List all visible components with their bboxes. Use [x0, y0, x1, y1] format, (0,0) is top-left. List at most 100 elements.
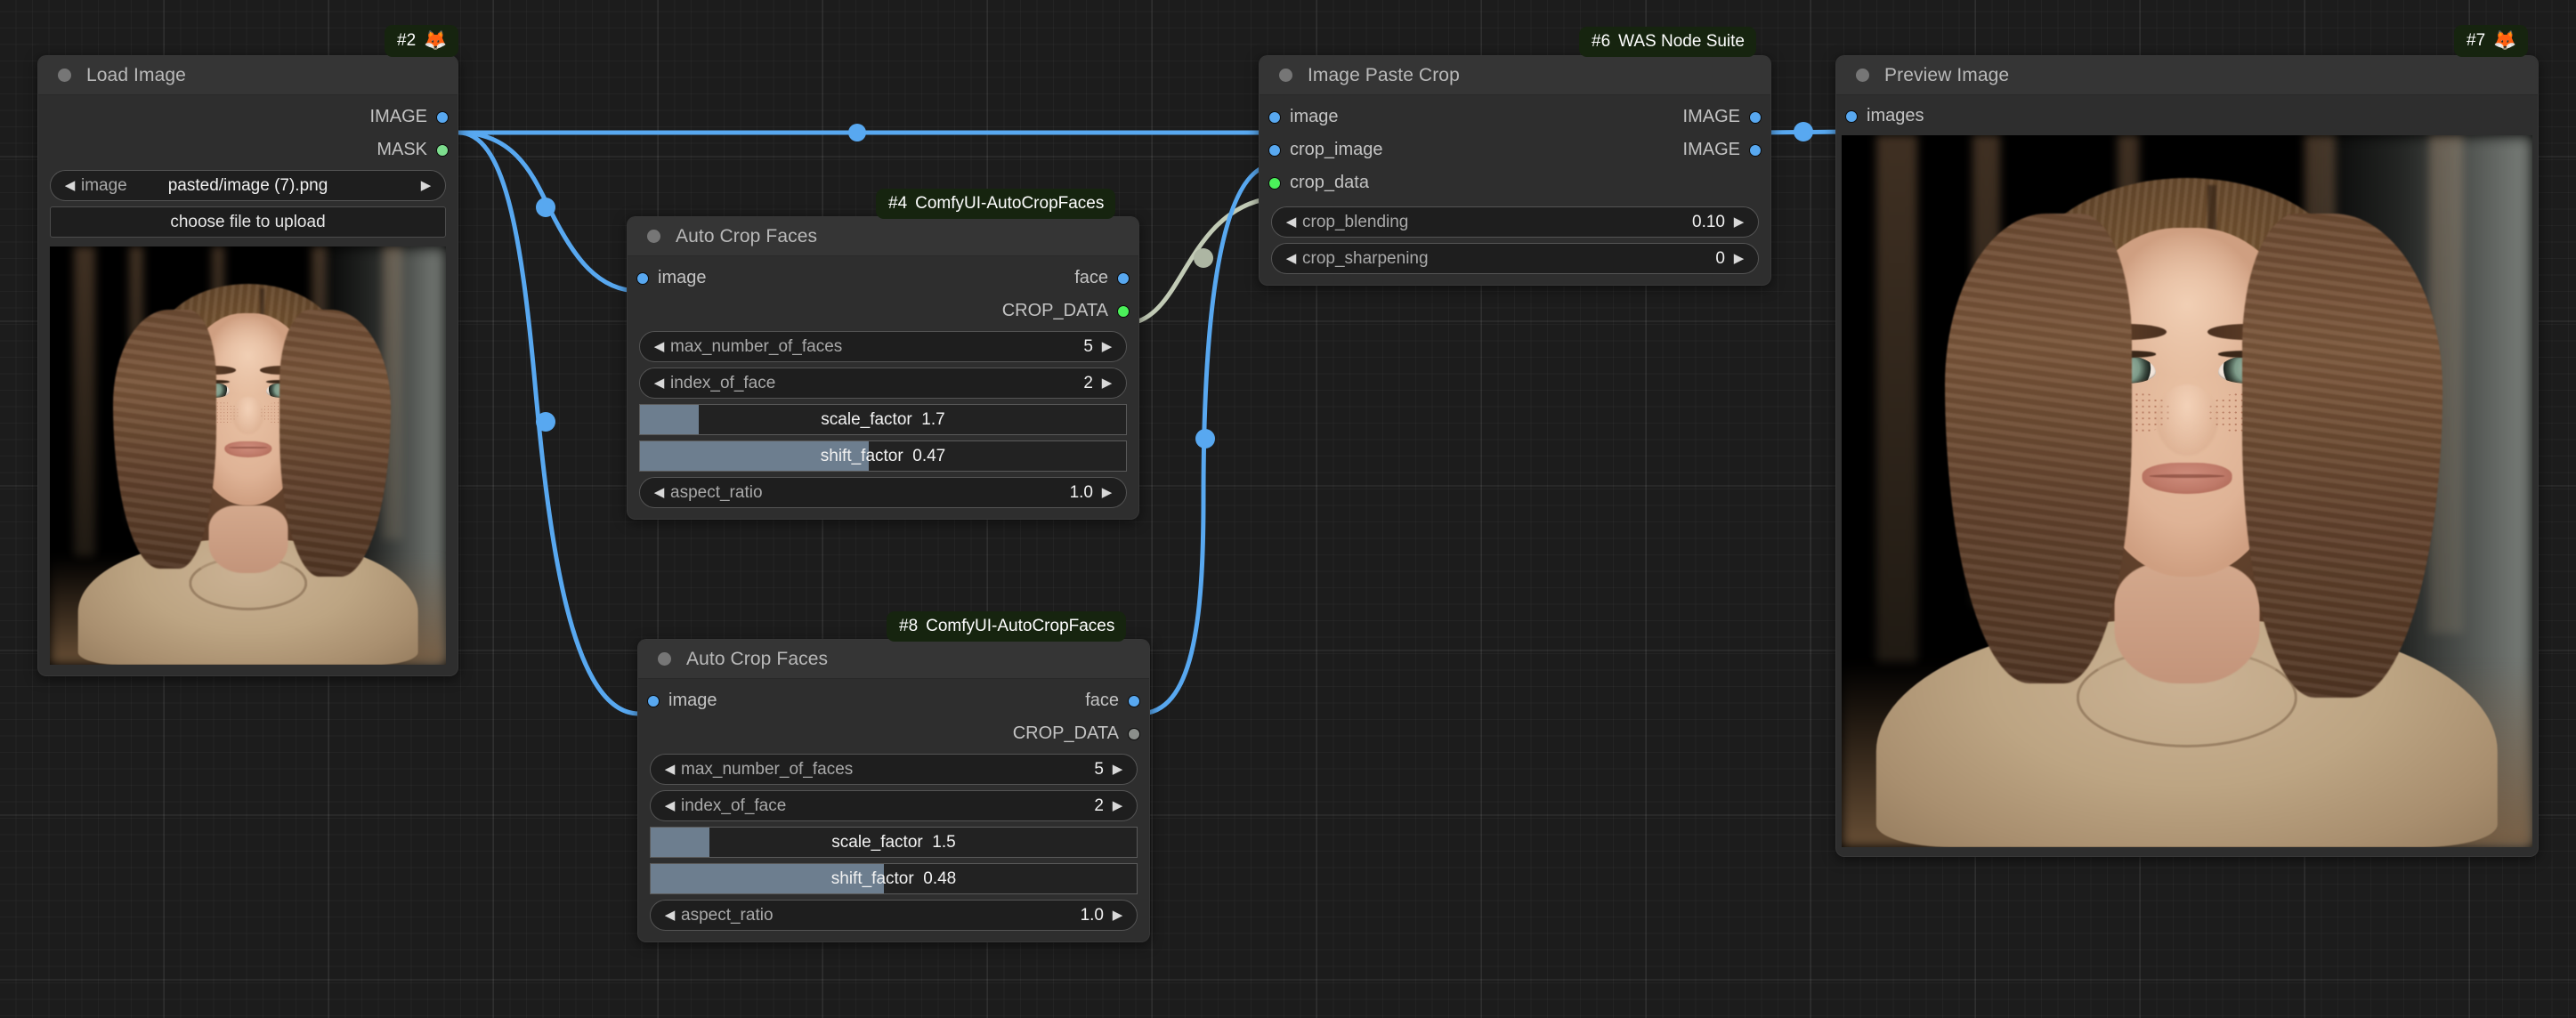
input-port-image[interactable] — [1268, 110, 1281, 124]
chevron-left-icon[interactable]: ◀ — [652, 340, 667, 353]
input-port-crop-data[interactable] — [1268, 176, 1281, 190]
chevron-right-icon[interactable]: ▶ — [1110, 799, 1125, 812]
node-load-image[interactable]: Load Image IMAGE MASK ◀ image pasted/ima… — [37, 55, 458, 676]
widget-crop-sharpening[interactable]: ◀ crop_sharpening 0 ▶ — [1271, 243, 1759, 274]
output-slot-crop-data[interactable]: CROP_DATA — [628, 295, 1138, 327]
chevron-left-icon[interactable]: ◀ — [662, 909, 677, 922]
input-slot-images[interactable]: images — [1836, 101, 2538, 132]
node-title-bar[interactable]: Image Paste Crop — [1260, 56, 1770, 95]
output-port-crop-data[interactable] — [1128, 727, 1140, 740]
output-slot-image[interactable]: IMAGE — [38, 101, 458, 133]
badge-text: ComfyUI-AutoCropFaces — [915, 194, 1105, 213]
workflow-canvas[interactable]: #2 🦊 Load Image IMAGE MASK ◀ image paste… — [0, 0, 2576, 1018]
output-port-image-1[interactable] — [1749, 110, 1762, 124]
widget-label: aspect_ratio — [681, 905, 774, 925]
slot-row-cropimage-out2: crop_image IMAGE — [1260, 133, 1770, 166]
output-port-face[interactable] — [1117, 271, 1130, 285]
chevron-left-icon[interactable]: ◀ — [1284, 215, 1299, 229]
node-collapse-icon[interactable] — [658, 652, 671, 666]
output-slot-crop-data[interactable]: CROP_DATA — [638, 717, 1149, 750]
widget-group: ◀ max_number_of_faces 5 ▶ ◀ index_of_fac… — [628, 327, 1138, 508]
widget-label: shift_factor — [830, 869, 914, 888]
portrait-render — [50, 246, 446, 665]
slider-text: scale_factor 1.7 — [821, 410, 944, 430]
widget-label: scale_factor — [821, 409, 912, 429]
node-title-bar[interactable]: Preview Image — [1836, 56, 2538, 95]
widget-crop-blending[interactable]: ◀ crop_blending 0.10 ▶ — [1271, 206, 1759, 238]
chevron-left-icon[interactable]: ◀ — [662, 799, 677, 812]
image-preview-thumbnail[interactable] — [50, 246, 446, 665]
badge-text: ComfyUI-AutoCropFaces — [926, 617, 1115, 635]
widget-index-of-face[interactable]: ◀ index_of_face 2 ▶ — [639, 368, 1127, 399]
widget-shift-factor-slider[interactable]: shift_factor 0.47 — [639, 440, 1127, 472]
node-collapse-icon[interactable] — [58, 69, 71, 82]
chevron-left-icon[interactable]: ◀ — [662, 763, 677, 776]
chevron-left-icon[interactable]: ◀ — [652, 376, 667, 390]
node-image-paste-crop[interactable]: Image Paste Crop image IMAGE crop_image … — [1259, 55, 1771, 286]
node-badge-6: #6 WAS Node Suite — [1579, 27, 1757, 57]
badge-number: #7 — [2467, 31, 2486, 50]
chevron-right-icon[interactable]: ▶ — [1731, 215, 1746, 229]
node-collapse-icon[interactable] — [647, 230, 660, 243]
widget-group: ◀ crop_blending 0.10 ▶ ◀ crop_sharpening… — [1260, 199, 1770, 274]
widget-scale-factor-slider[interactable]: scale_factor 1.7 — [639, 404, 1127, 435]
node-auto-crop-faces-4[interactable]: Auto Crop Faces image face CROP_DATA ◀ m… — [627, 216, 1139, 520]
chevron-right-icon[interactable]: ▶ — [1110, 909, 1125, 922]
image-preview-large[interactable] — [1842, 135, 2532, 847]
widget-image-combo[interactable]: ◀ image pasted/image (7).png ▶ — [50, 170, 446, 201]
fox-icon: 🦊 — [424, 30, 448, 51]
wire-midpoint-dot — [1195, 429, 1215, 448]
node-title-label: Load Image — [86, 64, 186, 85]
widget-value: 5 — [1094, 759, 1104, 779]
widget-aspect-ratio[interactable]: ◀ aspect_ratio 1.0 ▶ — [639, 477, 1127, 508]
node-title-label: Image Paste Crop — [1308, 64, 1460, 85]
node-title-label: Preview Image — [1884, 64, 2010, 85]
widget-value: 0.48 — [923, 869, 957, 888]
widget-label: index_of_face — [670, 373, 776, 392]
badge-number: #2 — [397, 31, 417, 50]
widget-shift-factor-slider[interactable]: shift_factor 0.48 — [650, 863, 1138, 894]
output-port-face[interactable] — [1128, 694, 1140, 707]
input-port-images[interactable] — [1845, 109, 1858, 123]
node-title-bar[interactable]: Auto Crop Faces — [628, 217, 1138, 256]
output-port-mask[interactable] — [436, 143, 449, 157]
output-port-crop-data[interactable] — [1117, 304, 1130, 318]
chevron-right-icon[interactable]: ▶ — [1099, 486, 1114, 499]
chevron-right-icon[interactable]: ▶ — [1099, 376, 1114, 390]
widget-index-of-face[interactable]: ◀ index_of_face 2 ▶ — [650, 790, 1138, 821]
output-port-image[interactable] — [436, 110, 449, 124]
choose-file-to-upload-button[interactable]: choose file to upload — [50, 206, 446, 238]
chevron-right-icon[interactable]: ▶ — [1099, 340, 1114, 353]
node-title-bar[interactable]: Load Image — [38, 56, 458, 95]
input-port-image[interactable] — [647, 694, 660, 707]
widget-value: 5 — [1083, 336, 1093, 356]
widget-scale-factor-slider[interactable]: scale_factor 1.5 — [650, 827, 1138, 858]
output-slot-mask[interactable]: MASK — [38, 133, 458, 166]
input-port-crop-image[interactable] — [1268, 143, 1281, 157]
node-title-bar[interactable]: Auto Crop Faces — [638, 640, 1149, 679]
chevron-left-icon[interactable]: ◀ — [652, 486, 667, 499]
input-slot-crop-data[interactable]: crop_data — [1260, 166, 1770, 199]
widget-value: 1.0 — [1069, 482, 1093, 502]
chevron-right-icon[interactable]: ▶ — [1110, 763, 1125, 776]
node-collapse-icon[interactable] — [1856, 69, 1869, 82]
widget-label: index_of_face — [681, 796, 787, 815]
chevron-right-icon[interactable]: ▶ — [1731, 252, 1746, 265]
widget-label: shift_factor — [820, 446, 903, 465]
badge-number: #8 — [899, 617, 919, 635]
chevron-right-icon[interactable]: ▶ — [418, 179, 433, 192]
node-preview-image[interactable]: Preview Image images — [1835, 55, 2539, 857]
node-collapse-icon[interactable] — [1279, 69, 1292, 82]
widget-value: 0.47 — [912, 446, 946, 465]
widget-max-number-of-faces[interactable]: ◀ max_number_of_faces 5 ▶ — [639, 331, 1127, 362]
node-badge-8: #8 ComfyUI-AutoCropFaces — [887, 611, 1127, 642]
chevron-left-icon[interactable]: ◀ — [1284, 252, 1299, 265]
chevron-left-icon[interactable]: ◀ — [62, 179, 77, 192]
widget-label: aspect_ratio — [670, 482, 763, 502]
widget-max-number-of-faces[interactable]: ◀ max_number_of_faces 5 ▶ — [650, 754, 1138, 785]
node-auto-crop-faces-8[interactable]: Auto Crop Faces image face CROP_DATA ◀ m… — [637, 639, 1150, 942]
widget-aspect-ratio[interactable]: ◀ aspect_ratio 1.0 ▶ — [650, 900, 1138, 931]
input-port-image[interactable] — [636, 271, 649, 285]
widget-label: crop_sharpening — [1302, 248, 1429, 268]
output-port-image-2[interactable] — [1749, 143, 1762, 157]
